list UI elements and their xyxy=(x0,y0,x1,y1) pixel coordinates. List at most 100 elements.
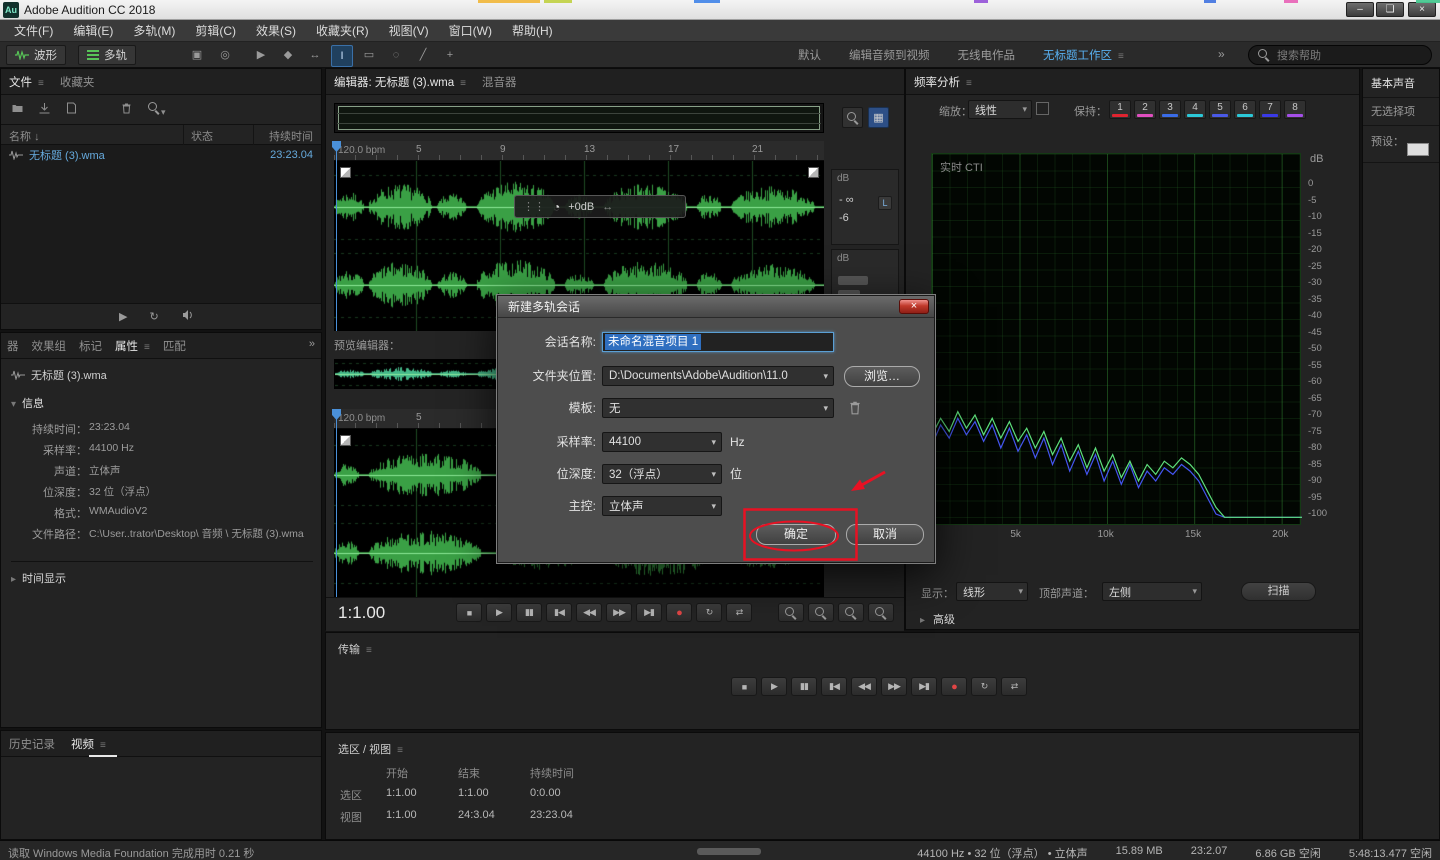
stop-button[interactable]: ■ xyxy=(456,603,482,622)
panel-overflow-icon[interactable]: » xyxy=(309,338,315,350)
browse-button[interactable]: 浏览… xyxy=(844,366,920,387)
minimize-button[interactable]: – xyxy=(1346,2,1374,17)
menu-item[interactable]: 收藏夹(R) xyxy=(308,20,377,42)
delete-template-icon[interactable] xyxy=(848,400,862,418)
record-button[interactable]: ● xyxy=(941,677,967,696)
search-help-input[interactable]: 搜索帮助 xyxy=(1248,45,1432,65)
file-row[interactable]: 无标题 (3).wma 23:23.04 xyxy=(1,145,321,165)
panel-menu-icon[interactable]: ≡ xyxy=(100,740,106,751)
fast-forward-button[interactable]: ▶▶ xyxy=(881,677,907,696)
cancel-button[interactable]: 取消 xyxy=(846,524,924,545)
go-to-previous-button[interactable]: ▮◀ xyxy=(546,603,572,622)
window-titlebar[interactable]: Au Adobe Audition CC 2018 – ❏ × xyxy=(0,0,1440,20)
overview-scroll-strip[interactable] xyxy=(334,103,824,133)
video-display-icon[interactable]: ▣ xyxy=(186,45,208,65)
panel-menu-icon[interactable]: ≡ xyxy=(460,78,466,89)
hold-button-5[interactable]: 5 xyxy=(1209,100,1231,119)
workspace-overflow-icon[interactable]: » xyxy=(1218,47,1225,61)
time-display-section-header[interactable]: ▸ 时间显示 xyxy=(11,561,313,586)
panel-tab-匹配[interactable]: 匹配 xyxy=(163,338,186,354)
panel-menu-icon[interactable]: ≡ xyxy=(144,342,150,353)
timeline-ruler[interactable]: 120.0 bpm 5 9 13 17 21 xyxy=(334,141,824,161)
dialog-close-button[interactable]: × xyxy=(899,299,929,314)
multitrack-view-button[interactable]: 多轨 xyxy=(78,45,136,65)
menu-item[interactable]: 窗口(W) xyxy=(441,20,500,42)
knob-icon[interactable]: ◔ xyxy=(553,200,560,214)
hold-button-7[interactable]: 7 xyxy=(1259,100,1281,119)
skip-selection-button[interactable]: ⇄ xyxy=(1001,677,1027,696)
restore-button[interactable]: ❏ xyxy=(1376,2,1404,17)
panel-tab-属性[interactable]: 属性 ≡ xyxy=(115,338,150,354)
ok-button[interactable]: 确定 xyxy=(756,524,836,545)
razor-tool-icon[interactable]: ◆ xyxy=(277,45,299,67)
menu-item[interactable]: 编辑(E) xyxy=(65,20,121,42)
play-button[interactable]: ▶ xyxy=(761,677,787,696)
time-selection-tool-icon[interactable]: I xyxy=(331,45,353,67)
sample-rate-select[interactable]: 44100 xyxy=(602,432,722,452)
tab-favorites[interactable]: 收藏夹 xyxy=(60,74,95,90)
loop-icon[interactable]: ↻ xyxy=(149,310,158,323)
menu-item[interactable]: 视图(V) xyxy=(381,20,437,42)
autoplay-speaker-icon[interactable] xyxy=(181,309,195,324)
loop-button[interactable]: ↻ xyxy=(696,603,722,622)
import-icon[interactable] xyxy=(38,102,51,117)
zoom-overview-button[interactable] xyxy=(842,107,863,128)
advanced-section-header[interactable]: ▸ 高级 xyxy=(920,611,955,627)
tab-mixer[interactable]: 混音器 xyxy=(482,74,517,90)
move-playhead-tool-icon[interactable]: ▶ xyxy=(250,45,272,67)
close-button[interactable]: × xyxy=(1408,2,1436,17)
scan-button[interactable]: 扫描 xyxy=(1241,582,1316,601)
editor-zoom-in-button[interactable] xyxy=(778,603,804,622)
workspace-tab[interactable]: 编辑音频到视频 xyxy=(849,47,930,63)
master-select[interactable]: 立体声 xyxy=(602,496,722,516)
paintbrush-selection-tool-icon[interactable]: ╱ xyxy=(412,45,434,67)
editor-zoom-out-horizontal-button[interactable] xyxy=(868,603,894,622)
play-icon[interactable]: ▶ xyxy=(119,310,127,323)
hold-button-8[interactable]: 8 xyxy=(1284,100,1306,119)
template-select[interactable]: 无 xyxy=(602,398,834,418)
rewind-button[interactable]: ◀◀ xyxy=(851,677,877,696)
go-to-next-button[interactable]: ▶▮ xyxy=(911,677,937,696)
fast-forward-button[interactable]: ▶▶ xyxy=(606,603,632,622)
graph-options-icon[interactable] xyxy=(1036,102,1049,115)
skip-selection-button[interactable]: ⇄ xyxy=(726,603,752,622)
menu-item[interactable]: 效果(S) xyxy=(248,20,304,42)
record-button[interactable]: ● xyxy=(666,603,692,622)
info-section-header[interactable]: ▾ 信息 xyxy=(11,395,44,411)
panel-menu-icon[interactable]: ≡ xyxy=(1118,51,1124,62)
tab-editor[interactable]: 编辑器: 无标题 (3).wma ≡ xyxy=(334,74,466,90)
hold-button-1[interactable]: 1 xyxy=(1109,100,1131,119)
rewind-button[interactable]: ◀◀ xyxy=(576,603,602,622)
folder-location-select[interactable]: D:\Documents\Adobe\Audition\11.0 xyxy=(602,366,834,386)
top-channel-select[interactable]: 左侧 xyxy=(1102,582,1202,601)
grid-view-button[interactable]: ▦ xyxy=(868,107,889,128)
marquee-selection-tool-icon[interactable]: ▭ xyxy=(358,45,380,67)
stretch-icon[interactable]: ↔ xyxy=(602,201,613,213)
workspace-tab[interactable]: 无线电作品 xyxy=(958,47,1016,63)
display-select[interactable]: 线形 xyxy=(956,582,1028,601)
preset-select[interactable] xyxy=(1407,143,1429,156)
playhead-line-2[interactable] xyxy=(336,409,337,597)
search-files-icon[interactable]: ▾ xyxy=(147,101,166,118)
file-list[interactable]: 无标题 (3).wma 23:23.04 xyxy=(1,145,321,303)
pause-button[interactable]: ▮▮ xyxy=(516,603,542,622)
tab-video[interactable]: 视频 ≡ xyxy=(71,736,106,752)
play-button[interactable]: ▶ xyxy=(486,603,512,622)
go-to-next-button[interactable]: ▶▮ xyxy=(636,603,662,622)
panel-menu-icon[interactable]: ≡ xyxy=(966,78,972,89)
panel-menu-icon[interactable]: ≡ xyxy=(38,78,44,89)
trash-icon[interactable] xyxy=(120,102,133,117)
tab-frequency-analysis[interactable]: 频率分析 ≡ xyxy=(914,74,972,90)
hold-button-4[interactable]: 4 xyxy=(1184,100,1206,119)
menu-item[interactable]: 帮助(H) xyxy=(504,20,561,42)
tab-essential-sound[interactable]: 基本声音 xyxy=(1371,78,1415,90)
hold-button-6[interactable]: 6 xyxy=(1234,100,1256,119)
editor-zoom-in-horizontal-button[interactable] xyxy=(838,603,864,622)
pause-button[interactable]: ▮▮ xyxy=(791,677,817,696)
workspace-tab[interactable]: 默认 xyxy=(798,47,821,63)
overview-selection[interactable] xyxy=(338,106,820,130)
files-column-headers[interactable]: 名称 ↓ 状态 持续时间 xyxy=(1,125,321,145)
panel-menu-icon[interactable]: ≡ xyxy=(366,645,372,656)
cd-layout-icon[interactable]: ◎ xyxy=(214,45,236,65)
menu-item[interactable]: 剪辑(C) xyxy=(187,20,244,42)
